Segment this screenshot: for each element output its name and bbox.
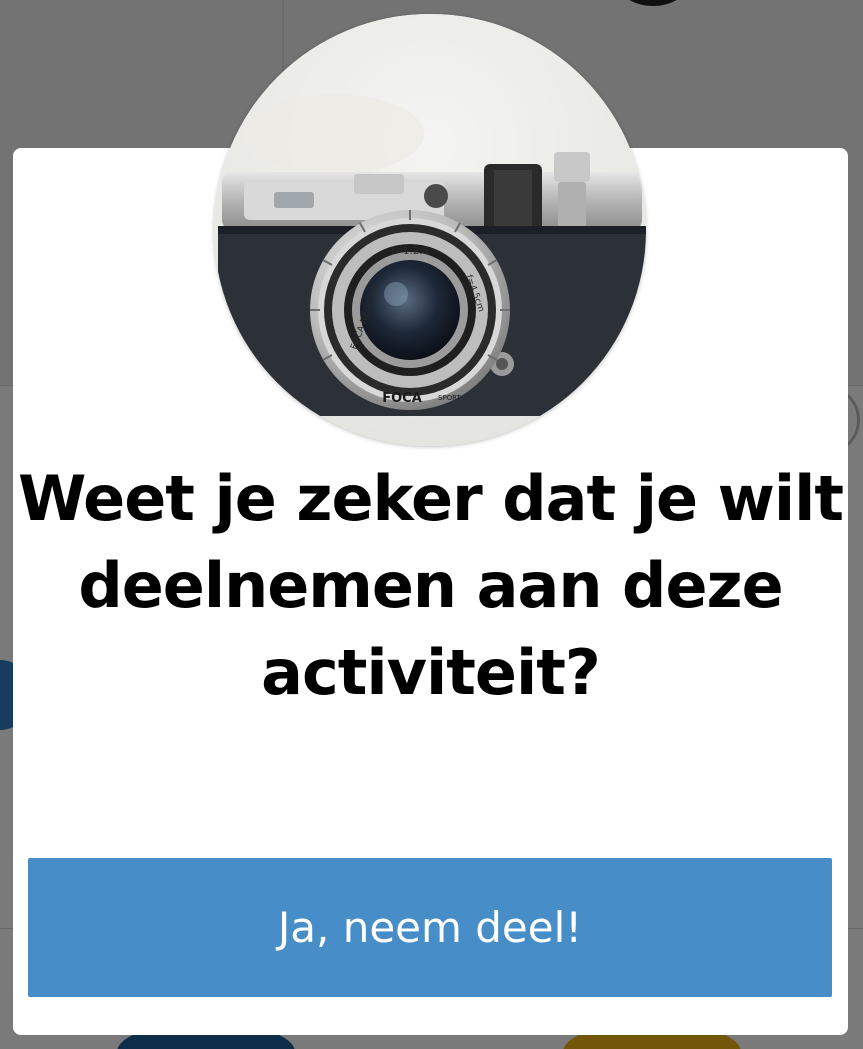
camera-brand-sub: SPORT: [438, 394, 462, 402]
confirm-participate-button[interactable]: Ja, neem deel!: [28, 858, 832, 997]
dialog-title: Weet je zeker dat je wilt deelnemen aan …: [17, 462, 844, 709]
lens-text-top: f=1:2.8: [391, 246, 429, 257]
camera-photo-icon: f=1:2.8 FOCA-NEOPLAR f=4.5cm FOCA SPORT: [214, 14, 646, 446]
camera-brand: FOCA: [382, 391, 422, 406]
